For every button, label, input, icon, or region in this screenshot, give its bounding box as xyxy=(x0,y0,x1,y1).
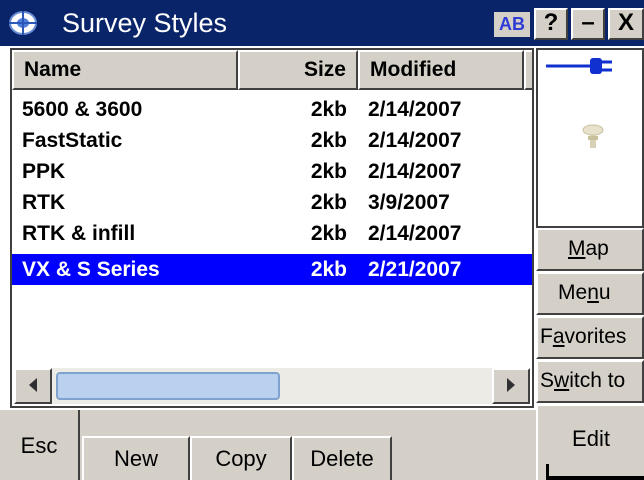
row-modified: 2/14/2007 xyxy=(368,129,462,152)
switch-to-label-hotkey: w xyxy=(554,369,570,392)
row-size: 2kb xyxy=(310,222,347,245)
list-row[interactable]: RTK & infill 2kb 2/14/2007 xyxy=(12,218,532,249)
favorites-label-hotkey: a xyxy=(552,325,565,348)
list-row-selected[interactable]: VX & S Series 2kb 2/21/2007 xyxy=(12,254,532,285)
bottom-toolbar: Esc New Copy Delete xyxy=(0,408,536,480)
new-button[interactable]: New xyxy=(82,436,190,480)
edit-button[interactable]: Edit xyxy=(536,404,644,480)
arrow-right-icon[interactable] xyxy=(492,368,530,404)
enter-key-indicator xyxy=(546,464,644,480)
menu-button[interactable]: Menu xyxy=(536,272,644,315)
row-name: RTK xyxy=(22,191,66,214)
column-header-modified[interactable]: Modified xyxy=(358,50,524,90)
horizontal-scrollbar[interactable] xyxy=(14,368,530,404)
switch-to-label-post: itch to xyxy=(569,369,626,392)
switch-to-button[interactable]: Switch to xyxy=(536,360,644,403)
favorites-label-pre: F xyxy=(540,325,553,348)
row-size: 2kb xyxy=(310,258,347,281)
window-title: Survey Styles xyxy=(62,8,228,38)
row-modified: 2/14/2007 xyxy=(368,98,462,121)
title-bar: Survey Styles AB ? – X xyxy=(0,0,644,46)
row-size: 2kb xyxy=(310,191,347,214)
list-row[interactable]: PPK 2kb 2/14/2007 xyxy=(12,156,532,187)
input-mode-indicator[interactable]: AB xyxy=(494,12,530,37)
survey-styles-list: Name Size Modified 5600 & 3600 2kb 2/14/… xyxy=(10,48,534,408)
row-name: 5600 & 3600 xyxy=(22,98,143,121)
favorites-button[interactable]: Favorites xyxy=(536,316,644,359)
menu-label-hotkey: n xyxy=(587,281,599,304)
row-modified: 2/14/2007 xyxy=(368,222,462,245)
switch-to-label-pre: S xyxy=(540,369,555,392)
close-button[interactable]: X xyxy=(608,8,644,40)
row-modified: 2/14/2007 xyxy=(368,160,462,183)
row-name: RTK & infill xyxy=(22,222,136,245)
right-panel: Map Menu Favorites Switch to Edit xyxy=(536,46,644,480)
minimize-button[interactable]: – xyxy=(571,8,605,40)
row-modified: 2/21/2007 xyxy=(368,258,462,281)
map-label-hotkey: M xyxy=(568,237,586,260)
menu-label-pre: Me xyxy=(558,281,588,304)
row-modified: 3/9/2007 xyxy=(368,191,450,214)
status-panel[interactable] xyxy=(536,48,644,228)
copy-button[interactable]: Copy xyxy=(190,436,292,480)
list-header: Name Size Modified xyxy=(12,50,532,92)
arrow-left-icon[interactable] xyxy=(14,368,52,404)
gnss-receiver-icon xyxy=(582,124,604,155)
row-name: VX & S Series xyxy=(22,258,160,281)
delete-button[interactable]: Delete xyxy=(292,436,392,480)
map-label-post: ap xyxy=(585,237,609,260)
row-size: 2kb xyxy=(310,98,347,121)
column-header-name[interactable]: Name xyxy=(12,50,238,90)
favorites-label-post: vorites xyxy=(564,325,627,348)
help-button[interactable]: ? xyxy=(534,8,568,40)
esc-button[interactable]: Esc xyxy=(0,410,80,480)
row-name: PPK xyxy=(22,160,66,183)
row-size: 2kb xyxy=(310,160,347,183)
column-header-size[interactable]: Size xyxy=(238,50,358,90)
list-row[interactable]: FastStatic 2kb 2/14/2007 xyxy=(12,125,532,156)
row-size: 2kb xyxy=(310,129,347,152)
menu-label-post: u xyxy=(598,281,611,304)
row-name: FastStatic xyxy=(22,129,123,152)
list-row[interactable]: 5600 & 3600 2kb 2/14/2007 xyxy=(12,94,532,125)
column-header-filler xyxy=(524,50,532,90)
map-button[interactable]: Map xyxy=(536,228,644,271)
external-power-icon xyxy=(546,54,614,83)
survey-app-icon[interactable] xyxy=(6,8,40,38)
scrollbar-thumb[interactable] xyxy=(56,372,280,400)
list-row[interactable]: RTK 2kb 3/9/2007 xyxy=(12,187,532,218)
edit-label: Edit xyxy=(572,426,610,451)
